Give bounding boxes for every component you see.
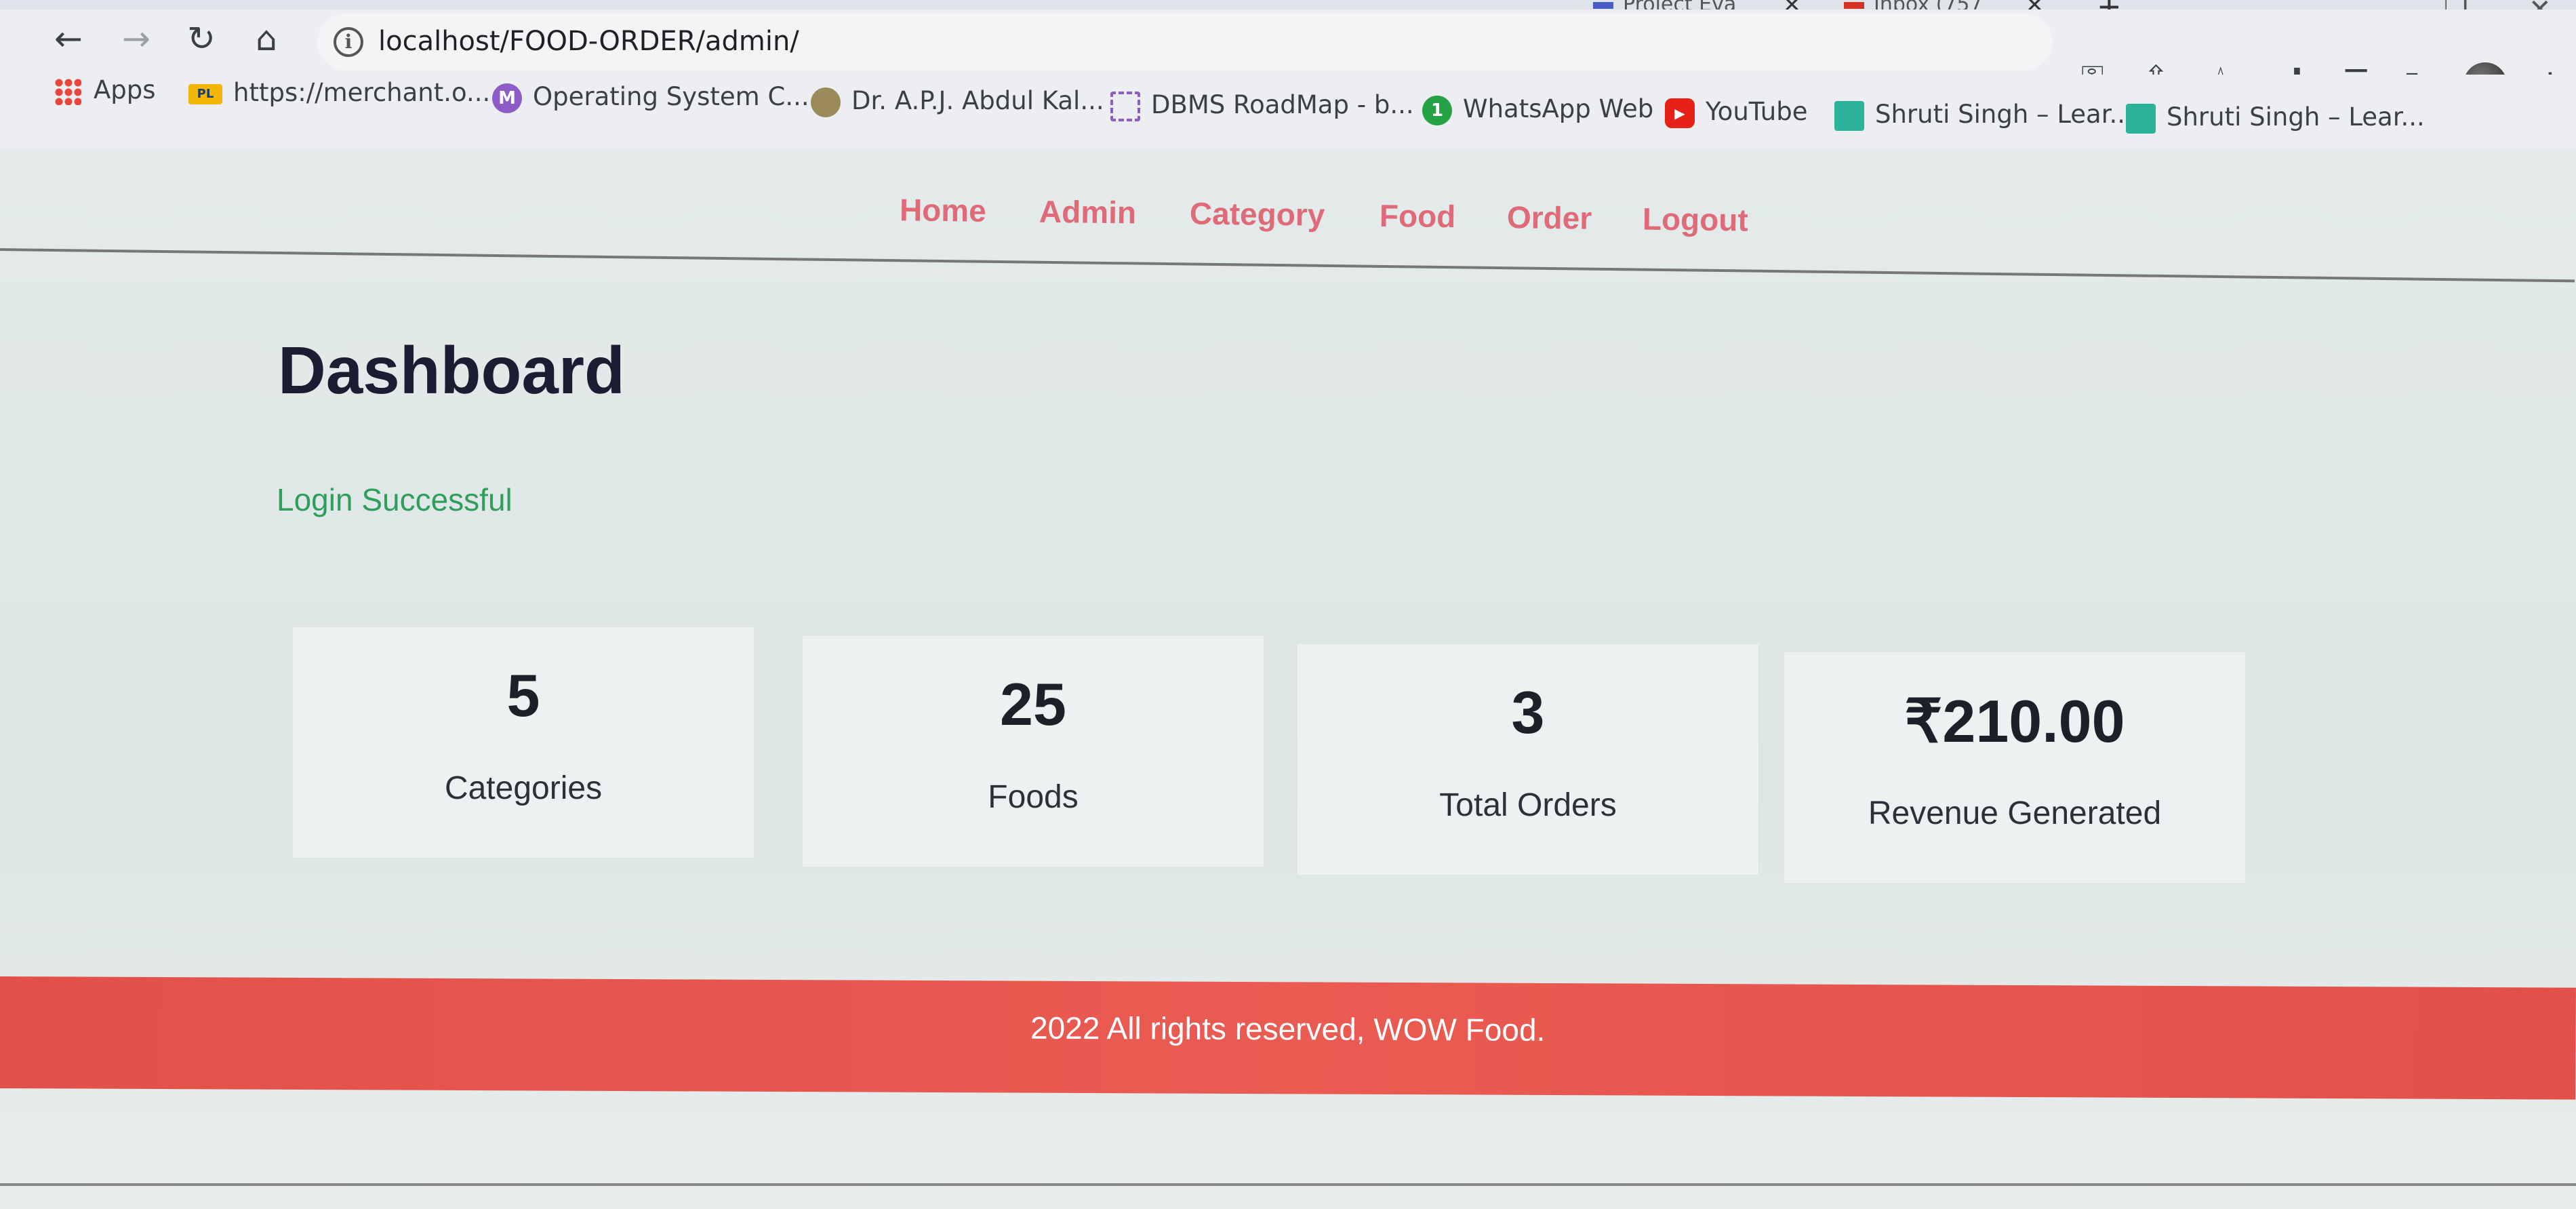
bookmark-apps[interactable]: Apps	[54, 75, 156, 106]
address-bar[interactable]: i localhost/FOOD-ORDER/admin/	[317, 14, 2053, 71]
bookmark-youtube[interactable]: ▶ YouTube	[1665, 96, 1807, 128]
menu-link-home[interactable]: Home	[900, 191, 986, 229]
menu-link-admin[interactable]: Admin	[1039, 193, 1137, 231]
close-icon[interactable]: ✕	[1783, 0, 1801, 16]
close-icon[interactable]: ✕	[2026, 0, 2044, 16]
browser-toolbar: ← → ↻ ⌂ i localhost/FOOD-ORDER/admin/ ⚿ …	[0, 9, 2576, 101]
menu-link-category[interactable]: Category	[1190, 195, 1325, 233]
page-content: Home Admin Category Food Order Logout Da…	[0, 149, 2576, 1209]
site-info-icon[interactable]: i	[334, 27, 363, 57]
stat-card-revenue: ₹210.00 Revenue Generated	[1784, 652, 2245, 883]
site-logo-icon	[2126, 103, 2156, 134]
portrait-icon	[811, 87, 841, 117]
stat-label: Revenue Generated	[1868, 795, 2162, 831]
bookmark-label: WhatsApp Web	[1463, 94, 1654, 123]
gmail-icon	[1844, 1, 1864, 9]
stat-card-categories: 5 Categories	[293, 627, 754, 858]
stat-card-total-orders: 3 Total Orders	[1297, 644, 1758, 875]
stat-value: 25	[1000, 671, 1066, 738]
bookmark-label: DBMS RoadMap - b...	[1151, 90, 1414, 119]
tab-label: Inbox (757	[1874, 0, 1983, 9]
bookmarks-bar: Apps PL https://merchant.o... M Operating …	[0, 75, 2576, 149]
stat-label: Categories	[444, 770, 603, 806]
menu-link-logout[interactable]: Logout	[1643, 201, 1748, 239]
youtube-icon: ▶	[1665, 98, 1695, 128]
stat-value: 3	[1511, 679, 1545, 746]
bookmark-label: Shruti Singh – Lear...	[1875, 100, 2133, 129]
stat-label: Foods	[988, 779, 1079, 815]
stat-card-foods: 25 Foods	[803, 636, 1264, 867]
reload-icon[interactable]: ↻	[178, 15, 225, 62]
stat-value: 5	[506, 662, 540, 729]
stat-label: Total Orders	[1439, 787, 1617, 823]
bookmark-merchant[interactable]: PL https://merchant.o...	[188, 77, 490, 108]
roadmap-icon	[1110, 91, 1140, 121]
tab-label: Project Eva	[1623, 0, 1736, 9]
tab-gmail-inbox[interactable]: Inbox (757	[1844, 0, 2040, 9]
bookmark-shruti-singh-1[interactable]: Shruti Singh – Lear...	[1834, 99, 2133, 131]
main-menu: Home Admin Category Food Order Logout	[0, 149, 2576, 283]
bookmark-label: Shruti Singh – Lear...	[2167, 102, 2425, 132]
footer: 2022 All rights reserved, WOW Food.	[0, 976, 2576, 1100]
site-logo-icon	[1834, 100, 1864, 131]
url-text[interactable]: localhost/FOOD-ORDER/admin/	[378, 26, 799, 57]
login-success-message: Login Successful	[277, 482, 512, 517]
back-arrow-icon[interactable]: ←	[45, 15, 92, 62]
bookmark-label: YouTube	[1706, 97, 1808, 126]
docs-icon	[1593, 1, 1613, 9]
bookmark-label: Apps	[94, 75, 156, 104]
bookmark-label: https://merchant.o...	[233, 78, 491, 107]
tab-strip: Project Eva ✕ Inbox (757 ✕ + ⌄ – ❐ ✕	[0, 0, 2576, 26]
menu-link-order[interactable]: Order	[1507, 199, 1592, 237]
apps-grid-icon	[54, 77, 81, 105]
m-logo-icon: M	[492, 83, 522, 113]
bookmark-label: Operating System C...	[533, 82, 809, 111]
forward-arrow-icon[interactable]: →	[113, 15, 160, 62]
stat-value: ₹210.00	[1904, 688, 2125, 755]
bookmark-shruti-singh-2[interactable]: Shruti Singh – Lear...	[2126, 102, 2425, 134]
bookmark-dbms-roadmap[interactable]: DBMS RoadMap - b...	[1110, 90, 1414, 121]
bookmark-whatsapp[interactable]: 1 WhatsApp Web	[1422, 94, 1653, 125]
divider	[0, 1183, 2576, 1186]
footer-copyright: 2022 All rights reserved, WOW Food.	[1030, 1010, 1546, 1048]
tab-project-eval[interactable]: Project Eva	[1593, 0, 1796, 9]
page-title: Dashboard	[278, 333, 625, 408]
merchant-logo-icon: PL	[188, 83, 222, 104]
bookmark-apj-abdul-kalam[interactable]: Dr. A.P.J. Abdul Kal...	[811, 85, 1104, 117]
menu-link-food[interactable]: Food	[1380, 197, 1456, 235]
bookmark-operating-system[interactable]: M Operating System C...	[492, 81, 809, 113]
home-icon[interactable]: ⌂	[243, 15, 290, 62]
whatsapp-icon: 1	[1422, 95, 1452, 125]
bookmark-label: Dr. A.P.J. Abdul Kal...	[851, 86, 1104, 115]
